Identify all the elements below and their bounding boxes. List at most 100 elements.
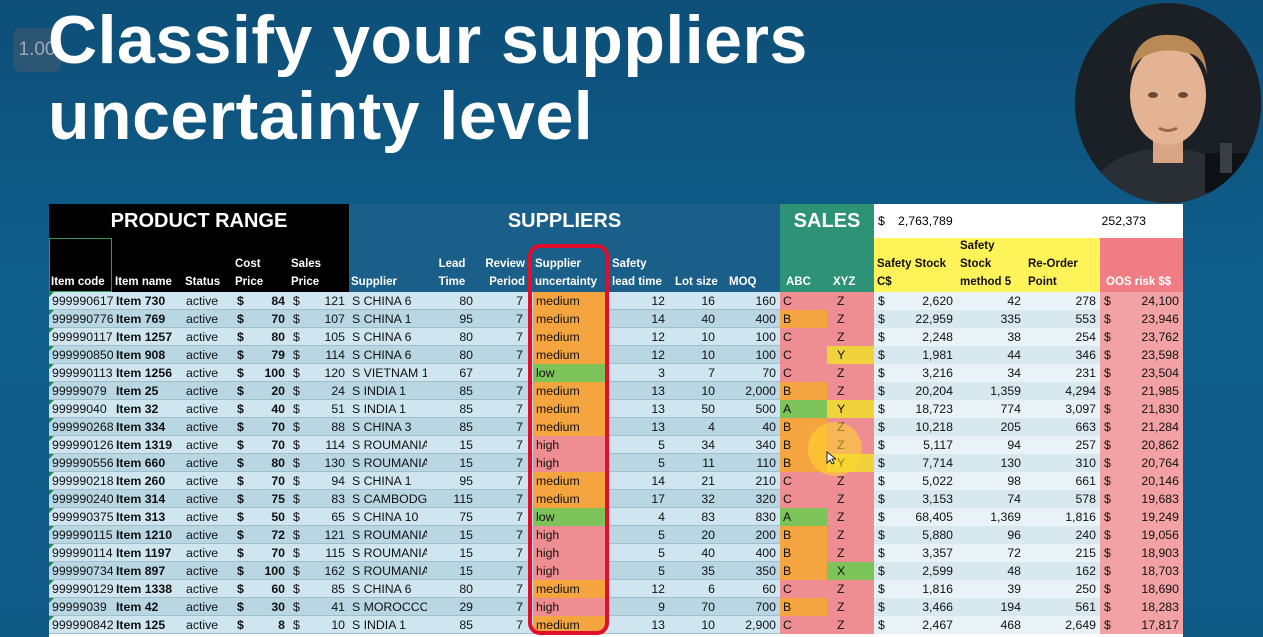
cell-item-name[interactable]: Item 313 (113, 508, 183, 526)
cell-safety-stock[interactable]: $2,467 (874, 616, 957, 634)
cell-sales-price[interactable]: $121 (289, 292, 349, 310)
cell-review-period[interactable]: 7 (477, 382, 527, 400)
cell-reorder-point[interactable]: 162 (1025, 562, 1100, 580)
col-header-xyz[interactable]: XYZ (831, 238, 874, 292)
cell-safety-lead-time[interactable]: 12 (605, 292, 669, 310)
cell-item-name[interactable]: Item 730 (113, 292, 183, 310)
cell-lot-size[interactable]: 83 (669, 508, 719, 526)
cell-lead-time[interactable]: 67 (427, 364, 477, 382)
cell-sales-price[interactable]: $85 (289, 580, 349, 598)
cell-safety-lead-time[interactable]: 9 (605, 598, 669, 616)
table-row[interactable]: 999990117 Item 1257 active $80 $105 S CHINA 6… (49, 328, 1183, 346)
cell-safety-lead-time[interactable]: 14 (605, 310, 669, 328)
col-header-safety-stock-m5[interactable]: Safety Stock method 5 (958, 238, 1026, 292)
cell-item-name[interactable]: Item 25 (113, 382, 183, 400)
cell-abc[interactable]: C (780, 616, 827, 634)
table-row[interactable]: 999990240 Item 314 active $75 $83 S CAMBODGI 1… (49, 490, 1183, 508)
cell-sales-price[interactable]: $88 (289, 418, 349, 436)
cell-safety-stock[interactable]: $3,357 (874, 544, 957, 562)
cell-oos-risk[interactable]: $20,862 (1100, 436, 1183, 454)
cell-supplier[interactable]: S CAMBODGI (349, 490, 427, 508)
cell-lot-size[interactable]: 10 (669, 328, 719, 346)
cell-safety-stock[interactable]: $5,117 (874, 436, 957, 454)
cell-xyz[interactable]: Z (827, 364, 874, 382)
cell-oos-risk[interactable]: $21,985 (1100, 382, 1183, 400)
cell-review-period[interactable]: 7 (477, 508, 527, 526)
cell-supplier[interactable]: S ROUMANIA (349, 544, 427, 562)
cell-sales-price[interactable]: $162 (289, 562, 349, 580)
cell-oos-risk[interactable]: $18,903 (1100, 544, 1183, 562)
cell-reorder-point[interactable]: 215 (1025, 544, 1100, 562)
cell-status[interactable]: active (183, 418, 233, 436)
cell-lot-size[interactable]: 40 (669, 310, 719, 328)
cell-safety-stock[interactable]: $22,959 (874, 310, 957, 328)
table-row[interactable]: 99999039 Item 42 active $30 $41 S MOROCCO 29 7 h… (49, 598, 1183, 616)
cell-oos-risk[interactable]: $23,598 (1100, 346, 1183, 364)
cell-sales-price[interactable]: $24 (289, 382, 349, 400)
cell-safety-stock-m5[interactable]: 48 (957, 562, 1025, 580)
cell-safety-stock-m5[interactable]: 1,369 (957, 508, 1025, 526)
cell-item-name[interactable]: Item 32 (113, 400, 183, 418)
cell-review-period[interactable]: 7 (477, 418, 527, 436)
cell-cost-price[interactable]: $40 (233, 400, 289, 418)
cell-reorder-point[interactable]: 4,294 (1025, 382, 1100, 400)
cell-moq[interactable]: 350 (719, 562, 780, 580)
cell-safety-stock[interactable]: $20,204 (874, 382, 957, 400)
cell-cost-price[interactable]: $8 (233, 616, 289, 634)
cell-oos-risk[interactable]: $19,683 (1100, 490, 1183, 508)
cell-cost-price[interactable]: $70 (233, 436, 289, 454)
cell-review-period[interactable]: 7 (477, 364, 527, 382)
cell-supplier[interactable]: S CHINA 1 (349, 310, 427, 328)
cell-supplier[interactable]: S CHINA 6 (349, 346, 427, 364)
table-row[interactable]: 999990115 Item 1210 active $72 $121 S ROUMANI… (49, 526, 1183, 544)
cell-lot-size[interactable]: 50 (669, 400, 719, 418)
cell-sales-price[interactable]: $10 (289, 616, 349, 634)
cell-sales-price[interactable]: $121 (289, 526, 349, 544)
table-row[interactable]: 999990734 Item 897 active $100 $162 S ROUMANI… (49, 562, 1183, 580)
cell-safety-stock-m5[interactable]: 335 (957, 310, 1025, 328)
cell-abc[interactable]: B (780, 544, 827, 562)
cell-supplier[interactable]: S VIETNAM 1 (349, 364, 427, 382)
cell-xyz[interactable]: Z (827, 490, 874, 508)
cell-lead-time[interactable]: 95 (427, 472, 477, 490)
cell-lead-time[interactable]: 115 (427, 490, 477, 508)
cell-sales-price[interactable]: $105 (289, 328, 349, 346)
cell-lead-time[interactable]: 80 (427, 292, 477, 310)
cell-item-code[interactable]: 999990850 (49, 346, 113, 364)
cell-moq[interactable]: 830 (719, 508, 780, 526)
cell-status[interactable]: active (183, 382, 233, 400)
cell-cost-price[interactable]: $50 (233, 508, 289, 526)
cell-safety-stock-m5[interactable]: 42 (957, 292, 1025, 310)
cell-item-code[interactable]: 999990556 (49, 454, 113, 472)
cell-safety-lead-time[interactable]: 5 (605, 454, 669, 472)
cell-status[interactable]: active (183, 562, 233, 580)
cell-status[interactable]: active (183, 346, 233, 364)
cell-item-name[interactable]: Item 260 (113, 472, 183, 490)
cell-sales-price[interactable]: $130 (289, 454, 349, 472)
cell-oos-risk[interactable]: $18,703 (1100, 562, 1183, 580)
cell-review-period[interactable]: 7 (477, 616, 527, 634)
cell-supplier[interactable]: S INDIA 1 (349, 400, 427, 418)
cell-lot-size[interactable]: 34 (669, 436, 719, 454)
cell-safety-stock-m5[interactable]: 130 (957, 454, 1025, 472)
cell-xyz[interactable]: Z (827, 310, 874, 328)
cell-lead-time[interactable]: 80 (427, 346, 477, 364)
cell-reorder-point[interactable]: 250 (1025, 580, 1100, 598)
cell-item-name[interactable]: Item 1338 (113, 580, 183, 598)
cell-safety-stock[interactable]: $2,620 (874, 292, 957, 310)
col-header-moq[interactable]: MOQ (727, 238, 780, 292)
col-header-lot-size[interactable]: Lot size (673, 238, 723, 292)
cell-abc[interactable]: B (780, 598, 827, 616)
cell-abc[interactable]: B (780, 562, 827, 580)
cell-supplier[interactable]: S CHINA 6 (349, 580, 427, 598)
cell-sales-price[interactable]: $65 (289, 508, 349, 526)
cell-lot-size[interactable]: 10 (669, 346, 719, 364)
cell-sales-price[interactable]: $94 (289, 472, 349, 490)
cell-status[interactable]: active (183, 508, 233, 526)
cell-moq[interactable]: 500 (719, 400, 780, 418)
cell-moq[interactable]: 100 (719, 328, 780, 346)
cell-safety-lead-time[interactable]: 4 (605, 508, 669, 526)
col-header-sales-price[interactable]: Sales Price (289, 238, 349, 292)
cell-supplier[interactable]: S CHINA 10 (349, 508, 427, 526)
cell-abc[interactable]: A (780, 508, 827, 526)
